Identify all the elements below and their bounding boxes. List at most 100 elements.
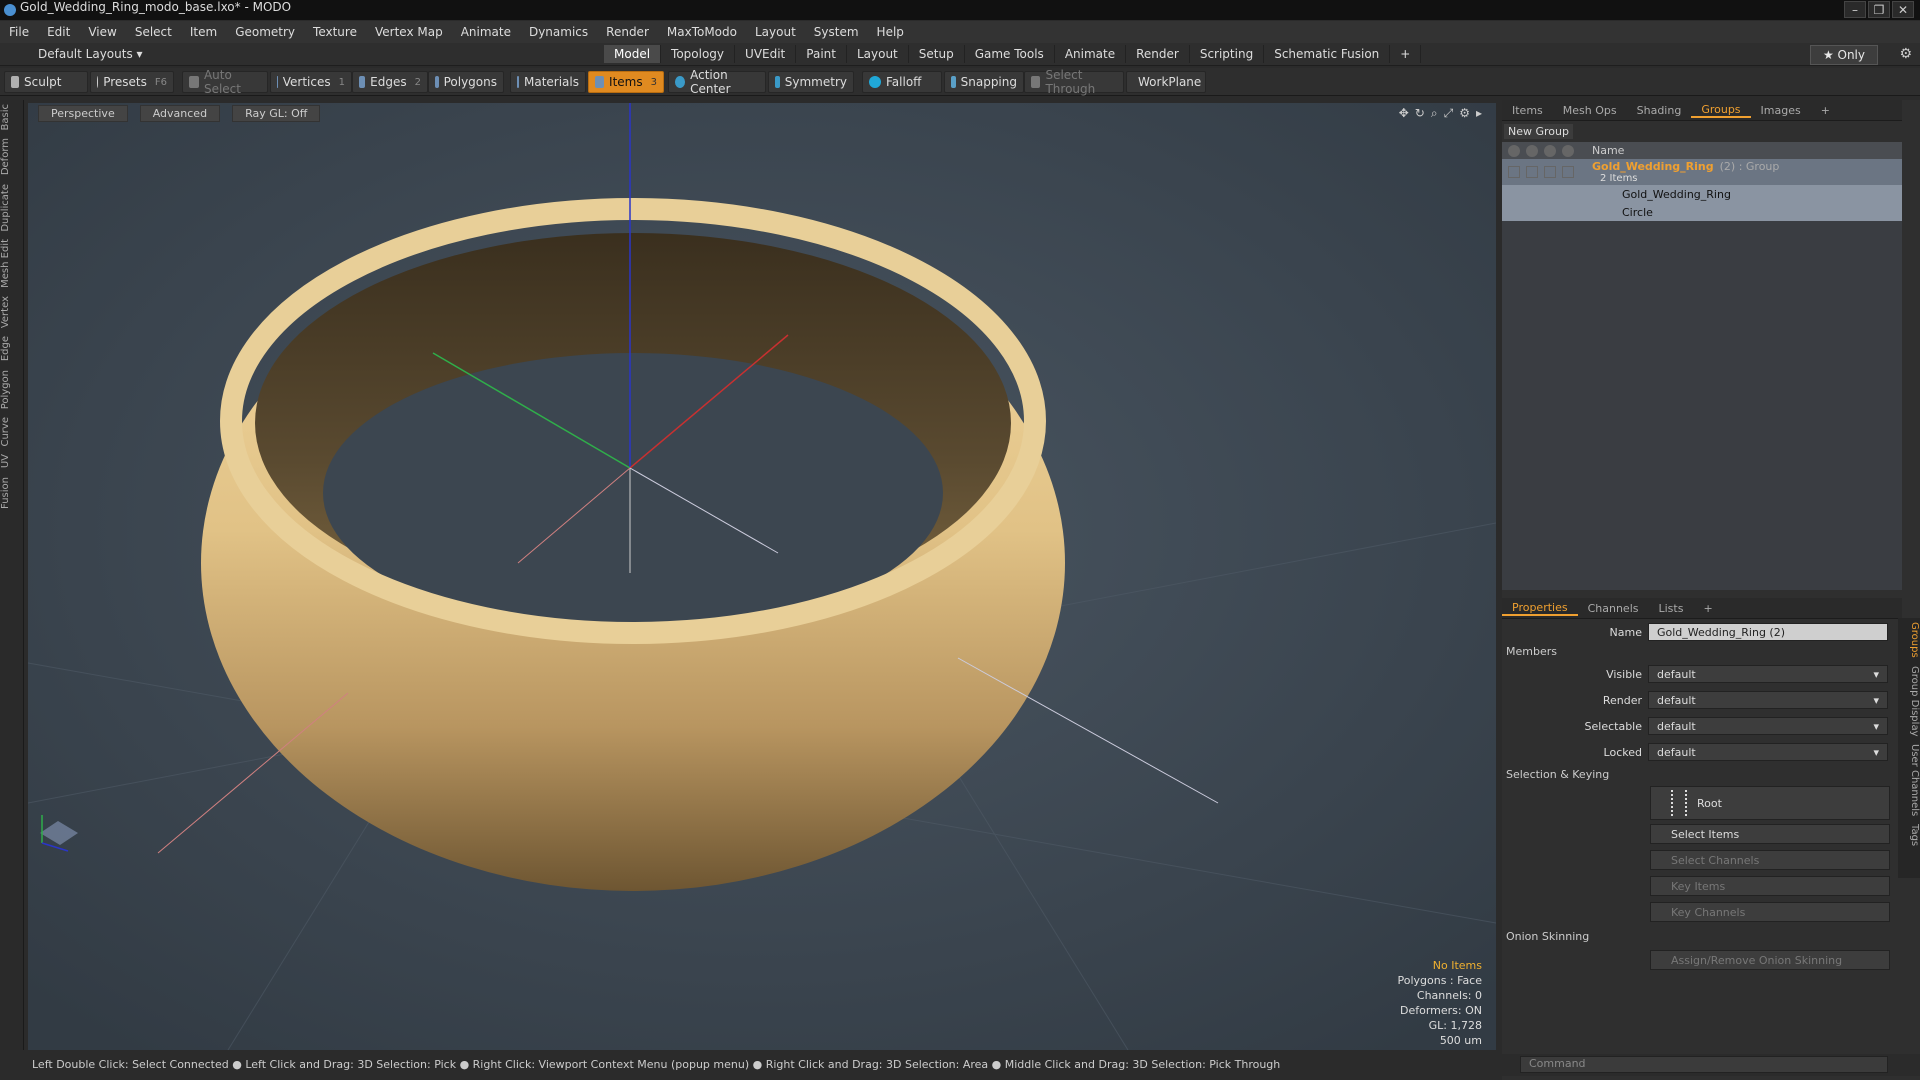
advanced-button[interactable]: Advanced [139,105,221,122]
side-tab-group-display[interactable]: Group Display [1898,662,1920,740]
menu-geometry[interactable]: Geometry [226,25,304,39]
left-tab-duplicate[interactable]: Duplicate [0,180,24,236]
polygons-button[interactable]: Polygons [428,71,504,93]
render-column-icon[interactable] [1526,144,1538,157]
select-channels-button[interactable]: Select Channels [1650,850,1890,870]
root-button[interactable]: Root [1650,786,1890,820]
render-dropdown[interactable]: default ▾ [1648,691,1888,709]
sculpt-button[interactable]: Sculpt [4,71,88,93]
add-panel-tab[interactable]: + [1811,104,1840,117]
viewport-canvas[interactable] [28,103,1496,1050]
menu-select[interactable]: Select [126,25,181,39]
tab-properties[interactable]: Properties [1502,601,1578,616]
menu-edit[interactable]: Edit [38,25,79,39]
menu-vertex-map[interactable]: Vertex Map [366,25,452,39]
side-tab-tags[interactable]: Tags [1898,820,1920,850]
default-layouts-dropdown[interactable]: Default Layouts ▾ [38,47,143,61]
menu-dynamics[interactable]: Dynamics [520,25,597,39]
gear-icon[interactable]: ⚙ [1899,46,1912,62]
zoom-view-icon[interactable]: ⌕ [1431,106,1438,121]
minimize-icon[interactable]: – [1844,1,1866,18]
action-center-button[interactable]: Action Center [668,68,766,96]
tab-groups[interactable]: Groups [1691,103,1751,118]
menu-view[interactable]: View [79,25,125,39]
tab-animate[interactable]: Animate [1055,45,1127,63]
tree-item-circle[interactable]: Circle [1502,203,1902,221]
left-tab-deform[interactable]: Deform [0,134,24,179]
viewport-menu-icon[interactable]: ▸ [1476,106,1482,121]
menu-help[interactable]: Help [868,25,913,39]
move-view-icon[interactable]: ✥ [1399,106,1409,121]
menu-maxtomodo[interactable]: MaxToModo [658,25,746,39]
assign-onion-button[interactable]: Assign/Remove Onion Skinning [1650,950,1890,970]
tab-items[interactable]: Items [1502,104,1553,117]
tab-paint[interactable]: Paint [796,45,847,63]
tab-topology[interactable]: Topology [661,45,736,63]
new-group-button[interactable]: New Group [1504,124,1573,139]
key-items-button[interactable]: Key Items [1650,876,1890,896]
command-input[interactable]: Command [1520,1056,1888,1073]
add-props-tab[interactable]: + [1693,602,1722,615]
close-icon[interactable]: ✕ [1892,1,1914,18]
lock-column-icon[interactable] [1562,144,1574,157]
presets-button[interactable]: Presets F6 [90,71,174,93]
onion-skinning-section[interactable]: Onion Skinning [1506,930,1589,943]
edges-button[interactable]: Edges 2 [352,71,428,93]
selection-keying-section[interactable]: Selection & Keying [1506,768,1609,781]
visibility-column-icon[interactable] [1508,144,1520,157]
left-tab-curve[interactable]: Curve [0,413,24,451]
workplane-button[interactable]: WorkPlane [1126,71,1206,93]
tab-schematic-fusion[interactable]: Schematic Fusion [1264,45,1391,63]
tab-model[interactable]: Model [604,45,662,63]
add-tab-button[interactable]: + [1390,45,1422,63]
lock-toggle-icon[interactable] [1562,166,1574,178]
menu-file[interactable]: File [0,25,38,39]
falloff-button[interactable]: Falloff [862,71,942,93]
select-column-icon[interactable] [1544,144,1556,157]
menu-render[interactable]: Render [597,25,658,39]
locked-dropdown[interactable]: default ▾ [1648,743,1888,761]
tab-lists[interactable]: Lists [1649,602,1694,615]
side-tab-groups[interactable]: Groups [1898,618,1920,662]
3d-viewport[interactable]: Perspective Advanced Ray GL: Off ✥ ↻ ⌕ ⤢… [28,103,1496,1050]
menu-system[interactable]: System [805,25,868,39]
name-field[interactable]: Gold_Wedding_Ring (2) [1648,623,1888,641]
materials-button[interactable]: Materials [510,71,586,93]
menu-animate[interactable]: Animate [452,25,520,39]
left-tab-polygon[interactable]: Polygon [0,366,24,413]
tab-shading[interactable]: Shading [1627,104,1692,117]
tab-render[interactable]: Render [1126,45,1190,63]
maximize-icon[interactable]: ❐ [1868,1,1890,18]
group-row[interactable]: Gold_Wedding_Ring (2) : Group 2 Items [1502,159,1902,185]
menu-item[interactable]: Item [181,25,226,39]
tab-channels[interactable]: Channels [1578,602,1649,615]
maximize-view-icon[interactable]: ⤢ [1444,106,1454,121]
members-section[interactable]: Members [1506,645,1557,658]
tab-mesh-ops[interactable]: Mesh Ops [1553,104,1627,117]
menu-texture[interactable]: Texture [304,25,366,39]
symmetry-button[interactable]: Symmetry [768,71,854,93]
vertices-button[interactable]: Vertices 1 [270,71,352,93]
visible-dropdown[interactable]: default ▾ [1648,665,1888,683]
left-tab-uv[interactable]: UV [0,450,24,472]
left-tab-mesh-edit[interactable]: Mesh Edit [0,235,24,292]
select-through-button[interactable]: Select Through [1024,68,1124,96]
tab-game-tools[interactable]: Game Tools [965,45,1055,63]
tab-scripting[interactable]: Scripting [1190,45,1265,63]
left-tab-fusion[interactable]: Fusion [0,473,24,513]
items-button[interactable]: Items 3 [588,71,664,93]
select-items-button[interactable]: Select Items [1650,824,1890,844]
eye-icon[interactable] [1508,166,1520,178]
tab-layout[interactable]: Layout [847,45,909,63]
viewport-settings-icon[interactable]: ⚙ [1459,106,1470,121]
left-tab-basic[interactable]: Basic [0,100,24,134]
render-toggle-icon[interactable] [1526,166,1538,178]
tab-setup[interactable]: Setup [909,45,965,63]
key-channels-button[interactable]: Key Channels [1650,902,1890,922]
tab-uvedit[interactable]: UVEdit [735,45,797,63]
only-button[interactable]: ★ Only [1809,45,1878,65]
perspective-button[interactable]: Perspective [38,105,128,122]
tab-images[interactable]: Images [1751,104,1811,117]
snapping-button[interactable]: Snapping [944,71,1024,93]
select-toggle-icon[interactable] [1544,166,1556,178]
